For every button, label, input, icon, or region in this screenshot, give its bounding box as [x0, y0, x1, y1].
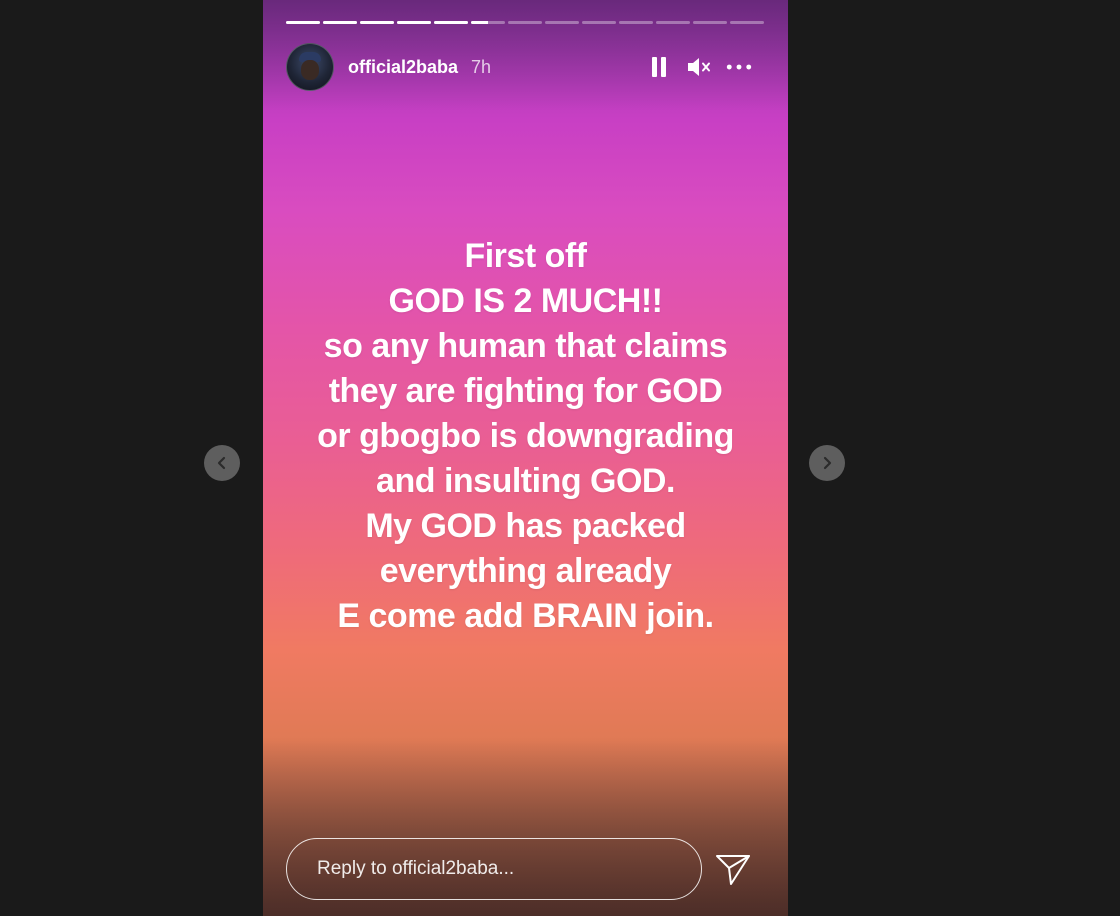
- progress-segment: [582, 21, 616, 24]
- next-story-button[interactable]: [809, 445, 845, 481]
- story-text-line: First off: [464, 237, 587, 275]
- progress-segment: [397, 21, 431, 24]
- chevron-left-icon: [217, 456, 226, 470]
- story-progress-bar: [286, 21, 764, 24]
- progress-segment: [619, 21, 653, 24]
- previous-story-button[interactable]: [204, 445, 240, 481]
- story-text: First off GOD IS 2 MUCH!! so any human tha…: [263, 234, 788, 639]
- mute-button[interactable]: [686, 54, 712, 80]
- progress-segment-fill: [286, 21, 320, 24]
- progress-segment-fill: [323, 21, 357, 24]
- avatar[interactable]: [286, 43, 334, 91]
- send-icon: [716, 855, 750, 885]
- story-viewer: official2baba 7h First off GOD IS 2 MUCH…: [0, 0, 1120, 916]
- progress-segment: [360, 21, 394, 24]
- story-text-line: My GOD has packed: [365, 507, 686, 545]
- story-controls: [646, 54, 752, 80]
- avatar-face-shape: [301, 60, 319, 80]
- story-text-line: or gbogbo is downgrading: [317, 417, 734, 455]
- pause-icon: [652, 57, 666, 77]
- volume-muted-icon: [688, 58, 710, 76]
- progress-segment: [693, 21, 727, 24]
- more-options-button[interactable]: [726, 54, 752, 80]
- post-time: 7h: [471, 56, 492, 77]
- chevron-right-icon: [823, 456, 832, 470]
- story-card[interactable]: official2baba 7h First off GOD IS 2 MUCH…: [263, 0, 788, 916]
- story-text-line: they are fighting for GOD: [328, 372, 723, 410]
- story-text-line: and insulting GOD.: [376, 462, 675, 500]
- reply-input[interactable]: [286, 838, 702, 900]
- send-button[interactable]: [713, 850, 753, 890]
- story-text-line: GOD IS 2 MUCH!!: [388, 282, 663, 320]
- story-text-line: everything already: [379, 552, 672, 590]
- story-header: official2baba 7h: [286, 42, 764, 92]
- pause-button[interactable]: [646, 54, 672, 80]
- story-text-line: so any human that claims: [323, 327, 728, 365]
- progress-segment: [471, 21, 505, 24]
- progress-segment-fill: [360, 21, 394, 24]
- progress-segment: [730, 21, 764, 24]
- progress-segment-fill: [471, 21, 488, 24]
- story-text-line: E come add BRAIN join.: [337, 597, 714, 635]
- progress-segment: [508, 21, 542, 24]
- more-options-icon: [726, 64, 752, 70]
- progress-segment-fill: [397, 21, 431, 24]
- progress-segment: [286, 21, 320, 24]
- username[interactable]: official2baba: [348, 57, 458, 78]
- progress-segment: [656, 21, 690, 24]
- progress-segment: [434, 21, 468, 24]
- progress-segment: [323, 21, 357, 24]
- progress-segment: [545, 21, 579, 24]
- progress-segment-fill: [434, 21, 468, 24]
